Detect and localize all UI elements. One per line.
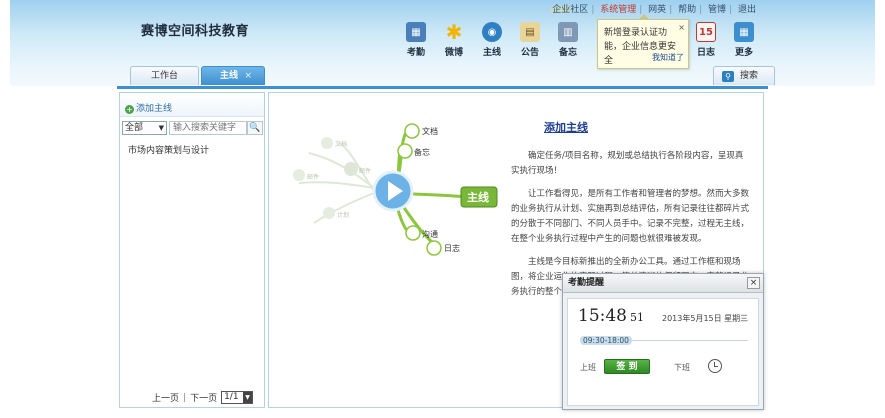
header: 赛博空间科技教育 企业社区 | 系统管理 | 网英 | 帮助 | 管博 | 退出 ▦ 考勤… bbox=[10, 0, 875, 86]
chevron-down-icon: ▼ bbox=[243, 392, 253, 403]
chevron-down-icon: ▼ bbox=[158, 124, 164, 132]
attendance-icon: ▦ bbox=[406, 22, 426, 42]
top-links: 企业社区 | 系统管理 | 网英 | 帮助 | 管博 | 退出 bbox=[549, 2, 759, 15]
acknowledge-link[interactable]: 我知道了 bbox=[652, 51, 684, 65]
attendance-popup: 考勤提醒 × 15:48 51 2013年5月15日 星期三 09:30-18:… bbox=[562, 273, 764, 410]
more-icon: ▦ bbox=[734, 22, 754, 42]
node-label: 文档 bbox=[422, 126, 438, 136]
calendar-icon: 15 bbox=[696, 22, 716, 42]
page-title: 添加主线 bbox=[544, 121, 588, 134]
app-window: 赛博空间科技教育 企业社区 | 系统管理 | 网英 | 帮助 | 管博 | 退出 ▦ 考勤… bbox=[0, 0, 885, 418]
current-time: 15:48 bbox=[578, 306, 627, 326]
pager-sep: | bbox=[183, 392, 187, 403]
mainline-node-label: 主线 bbox=[467, 190, 489, 204]
link-sep: | bbox=[699, 5, 703, 15]
weibo-icon: ✱ bbox=[445, 20, 463, 44]
mainline-list-panel: +添加主线 全部 ▼ 🔍 市场内容策划与设计 上一页 | 下一页 1/1 ▼ bbox=[119, 92, 265, 408]
current-date: 2013年5月15日 星期三 bbox=[662, 314, 749, 323]
category-select[interactable]: 全部 ▼ bbox=[122, 121, 167, 135]
tool-label: 考勤 bbox=[406, 48, 425, 58]
keyword-search-input[interactable] bbox=[169, 121, 247, 135]
close-icon[interactable]: × bbox=[678, 21, 685, 35]
search-label: 搜索 bbox=[740, 71, 759, 81]
link-community[interactable]: 企业社区 bbox=[549, 5, 591, 15]
faded-label: 邮件 bbox=[359, 167, 371, 175]
node-label: 备忘 bbox=[414, 147, 430, 157]
tab-workbench[interactable]: 工作台 bbox=[130, 66, 200, 85]
work-hours-range: 09:30-18:00 bbox=[580, 336, 632, 345]
add-mainline-label: 添加主线 bbox=[136, 104, 173, 114]
node-label: 日志 bbox=[444, 243, 460, 253]
popup-title: 考勤提醒 bbox=[563, 274, 763, 293]
attendance-body: 15:48 51 2013年5月15日 星期三 09:30-18:00 上班 签… bbox=[567, 298, 759, 406]
tab-underline bbox=[117, 86, 768, 89]
notice-tooltip: × 新增登录认证功能，企业信息更安全 我知道了 bbox=[597, 14, 689, 69]
tab-label: 主线 bbox=[220, 71, 239, 81]
tab-mainline[interactable]: 主线 × bbox=[201, 66, 266, 85]
tool-label: 备忘 bbox=[558, 48, 577, 58]
clock-out-label: 下班 bbox=[674, 363, 690, 372]
page-select[interactable]: 1/1 ▼ bbox=[221, 391, 254, 404]
notice-icon: ▤ bbox=[520, 22, 540, 42]
tab-bar: 工作台 主线 × bbox=[130, 66, 267, 85]
category-value: 全部 bbox=[125, 123, 144, 133]
doc-node-icon bbox=[404, 123, 420, 139]
tool-notice[interactable]: ▤ 公告 bbox=[514, 22, 546, 58]
memo-icon: ▥ bbox=[558, 22, 578, 42]
link-sep: | bbox=[591, 5, 595, 15]
sign-in-button[interactable]: 签 到 bbox=[604, 359, 650, 374]
search-icon: ⚲ bbox=[722, 71, 734, 82]
link-system[interactable]: 系统管理 bbox=[597, 5, 639, 15]
page-value: 1/1 bbox=[224, 392, 239, 402]
tool-label: 日志 bbox=[696, 48, 715, 58]
pagination: 上一页 | 下一页 1/1 ▼ bbox=[152, 391, 254, 404]
tool-memo[interactable]: ▥ 备忘 bbox=[552, 22, 584, 58]
list-item[interactable]: 市场内容策划与设计 bbox=[128, 143, 209, 156]
filter-row: 全部 ▼ 🔍 bbox=[122, 121, 263, 135]
intro-paragraph: 让工作看得见，是所有工作者和管理者的梦想。然而大多数的业务执行从计划、实施再到总… bbox=[511, 189, 750, 244]
close-icon[interactable]: × bbox=[747, 277, 760, 289]
add-icon: + bbox=[125, 105, 134, 114]
tool-attendance[interactable]: ▦ 考勤 bbox=[400, 22, 432, 58]
tool-log[interactable]: 15 日志 bbox=[690, 22, 722, 58]
current-seconds: 51 bbox=[630, 311, 644, 324]
clock-icon[interactable] bbox=[708, 359, 722, 373]
close-icon[interactable]: × bbox=[244, 67, 252, 85]
faded-label: 邮件 bbox=[307, 173, 319, 181]
search-button[interactable]: ⚲ 搜索 bbox=[713, 66, 775, 85]
link-admin[interactable]: 管博 bbox=[705, 5, 729, 15]
tool-mainline[interactable]: ◉ 主线 bbox=[476, 22, 508, 58]
tool-label: 公告 bbox=[520, 48, 539, 58]
link-help[interactable]: 帮助 bbox=[675, 5, 699, 15]
logo: 赛博空间科技教育 bbox=[141, 24, 250, 39]
sign-row: 上班 签 到 下班 bbox=[580, 359, 750, 377]
faded-branches bbox=[298, 142, 375, 224]
chat-node-icon bbox=[405, 225, 421, 241]
tool-label: 微博 bbox=[444, 48, 463, 58]
prev-page-link[interactable]: 上一页 bbox=[152, 391, 179, 404]
node-label: 沟通 bbox=[422, 229, 438, 239]
link-sep: | bbox=[669, 5, 673, 15]
tool-label: 主线 bbox=[482, 48, 501, 58]
memo-node-icon bbox=[397, 143, 413, 159]
faded-label: 计划 bbox=[337, 211, 349, 219]
add-mainline-button[interactable]: + 添加主线 bbox=[120, 93, 264, 117]
log-node-icon bbox=[426, 240, 442, 256]
next-page-link[interactable]: 下一页 bbox=[190, 391, 217, 404]
tooltip-arrow bbox=[638, 14, 650, 20]
tool-more[interactable]: ▦ 更多 bbox=[728, 22, 760, 58]
tool-label: 更多 bbox=[734, 48, 753, 58]
tool-weibo[interactable]: ✱ 微博 bbox=[438, 20, 470, 58]
mainline-icon: ◉ bbox=[482, 22, 502, 42]
toolbar: ▦ 考勤 ✱ 微博 ◉ 主线 ▤ 公告 ▥ 备忘 ✉ 邮件 bbox=[400, 20, 766, 58]
search-icon[interactable]: 🔍 bbox=[247, 121, 263, 135]
link-sep: | bbox=[729, 5, 733, 15]
mindmap-illustration: 文档 邮件 邮件 计划 文档 备忘 沟通 日志 主线 bbox=[293, 123, 498, 256]
link-logout[interactable]: 退出 bbox=[735, 5, 759, 15]
faded-label: 文档 bbox=[335, 140, 347, 148]
clock-in-label: 上班 bbox=[580, 363, 596, 372]
intro-paragraph: 确定任务/项目名称，规划或总结执行各阶段内容，呈现真实执行现场！ bbox=[511, 151, 744, 176]
